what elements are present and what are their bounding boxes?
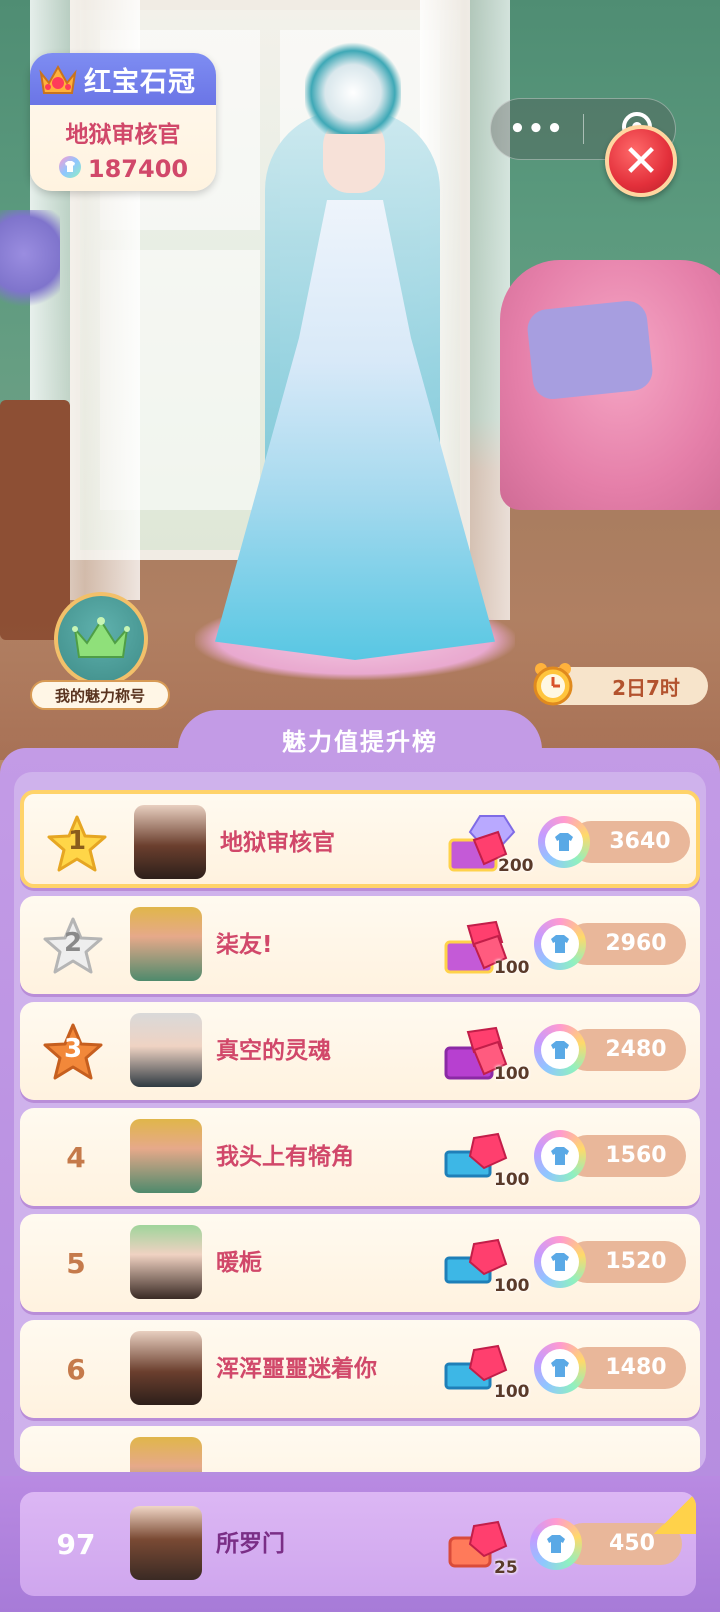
rank-number: 3 [63,1034,83,1064]
avatar[interactable] [130,907,202,981]
rank-number: 2 [63,928,83,958]
gift-count: 100 [494,1170,530,1190]
corner-flag [654,1492,696,1534]
player-name: 浑浑噩噩迷着你 [216,1356,377,1382]
my-rank-number: 97 [56,1527,96,1561]
gift-count: 200 [498,856,534,876]
my-charm-title-button[interactable]: 我的魅力称号 [28,592,172,714]
player-name: 柒友! [216,932,273,958]
charm-shirt-icon [534,918,586,970]
charm-shirt-icon [534,1130,586,1182]
close-button[interactable]: ✕ [605,125,677,197]
avatar[interactable] [130,1225,202,1299]
my-charm-title-label: 我的魅力称号 [30,680,170,710]
avatar[interactable] [130,1013,202,1087]
pillow [525,298,655,402]
score-value: 2960 [605,931,667,956]
leaderboard-row[interactable]: 2 柒友! 100 2960 [20,896,700,994]
gift-count: 100 [494,1276,530,1296]
charm-shirt-icon [530,1518,582,1570]
charm-score-value: 187400 [87,155,189,183]
my-player-name: 所罗门 [216,1531,285,1557]
alarm-clock-icon [532,661,574,707]
more-button[interactable]: ••• [491,98,583,160]
player-name: 暖栀 [216,1250,262,1276]
bronze-star-badge-icon: 3 [42,1022,104,1082]
charm-shirt-icon [538,816,590,868]
charm-shirt-icon [58,155,82,183]
gem-chest-gift-icon: 100 [440,1018,532,1090]
avatar[interactable] [130,1331,202,1405]
leaderboard-row[interactable]: 1 地狱审核官 200 3640 [20,790,700,888]
gem-box-gift-icon: 100 [440,1336,532,1408]
gem-chest-gift-icon: 200 [444,810,536,882]
silver-star-badge-icon: 2 [42,916,104,976]
charm-shirt-icon [534,1024,586,1076]
rank-number: 1 [67,826,87,856]
rank-number: 5 [66,1246,86,1280]
score-value: 2480 [605,1037,667,1062]
gem-chest-gift-icon: 100 [440,912,532,984]
charm-rank-card[interactable]: 红宝石冠 地狱审核官 187400 [30,53,216,191]
gem-box-gift-icon: 100 [440,1230,532,1302]
charm-score: 187400 [30,155,216,183]
gift-count: 100 [494,1064,530,1084]
green-crown-icon [54,592,148,686]
avatar[interactable] [130,1119,202,1193]
score-value: 1520 [605,1249,667,1274]
my-rank-row[interactable]: 97 所罗门 25 450 [20,1492,696,1596]
character-headpiece [305,42,401,134]
gift-count: 100 [494,1382,530,1402]
leaderboard-row[interactable]: 6 浑浑噩噩迷着你 100 1480 [20,1320,700,1418]
leaderboard-row[interactable]: 4 我头上有犄角 100 1560 [20,1108,700,1206]
event-timer: 2日7时 [533,663,708,706]
leaderboard-row[interactable]: 5 暖栀 100 1520 [20,1214,700,1312]
avatar[interactable] [130,1437,202,1472]
gem-box-gift-icon: 100 [440,1124,532,1196]
score-value: 1480 [605,1355,667,1380]
player-name: 地狱审核官 [65,122,181,148]
player-name: 真空的灵魂 [216,1038,331,1064]
charm-shirt-icon [534,1236,586,1288]
ruby-crown-icon [38,61,78,97]
charm-shirt-icon [534,1342,586,1394]
board-title: 魅力值提升榜 [282,728,438,756]
gift-count: 100 [494,958,530,978]
flower-plant [0,210,60,320]
leaderboard-list[interactable]: 1 地狱审核官 200 3640 2 柒友! 100 2960 3 真空的灵魂 … [14,772,706,1472]
player-name: 地狱审核官 [220,830,335,856]
score-value: 1560 [605,1143,667,1168]
avatar[interactable] [134,805,206,879]
gem-chest-gift-icon: 25 [440,1512,532,1584]
rank-card-header: 红宝石冠 [30,53,216,105]
my-avatar[interactable] [130,1506,202,1580]
rank-number: 4 [66,1140,86,1174]
leaderboard-row[interactable] [20,1426,700,1472]
player-name: 我头上有犄角 [216,1144,354,1170]
gift-count: 25 [494,1558,518,1578]
timer-remaining: 2日7时 [612,675,680,700]
rank-number: 6 [66,1352,86,1386]
gold-star-badge-icon: 1 [46,814,108,874]
leaderboard-row[interactable]: 3 真空的灵魂 100 2480 [20,1002,700,1100]
score-value: 3640 [609,829,671,854]
rank-badge-title: 红宝石冠 [84,66,196,98]
